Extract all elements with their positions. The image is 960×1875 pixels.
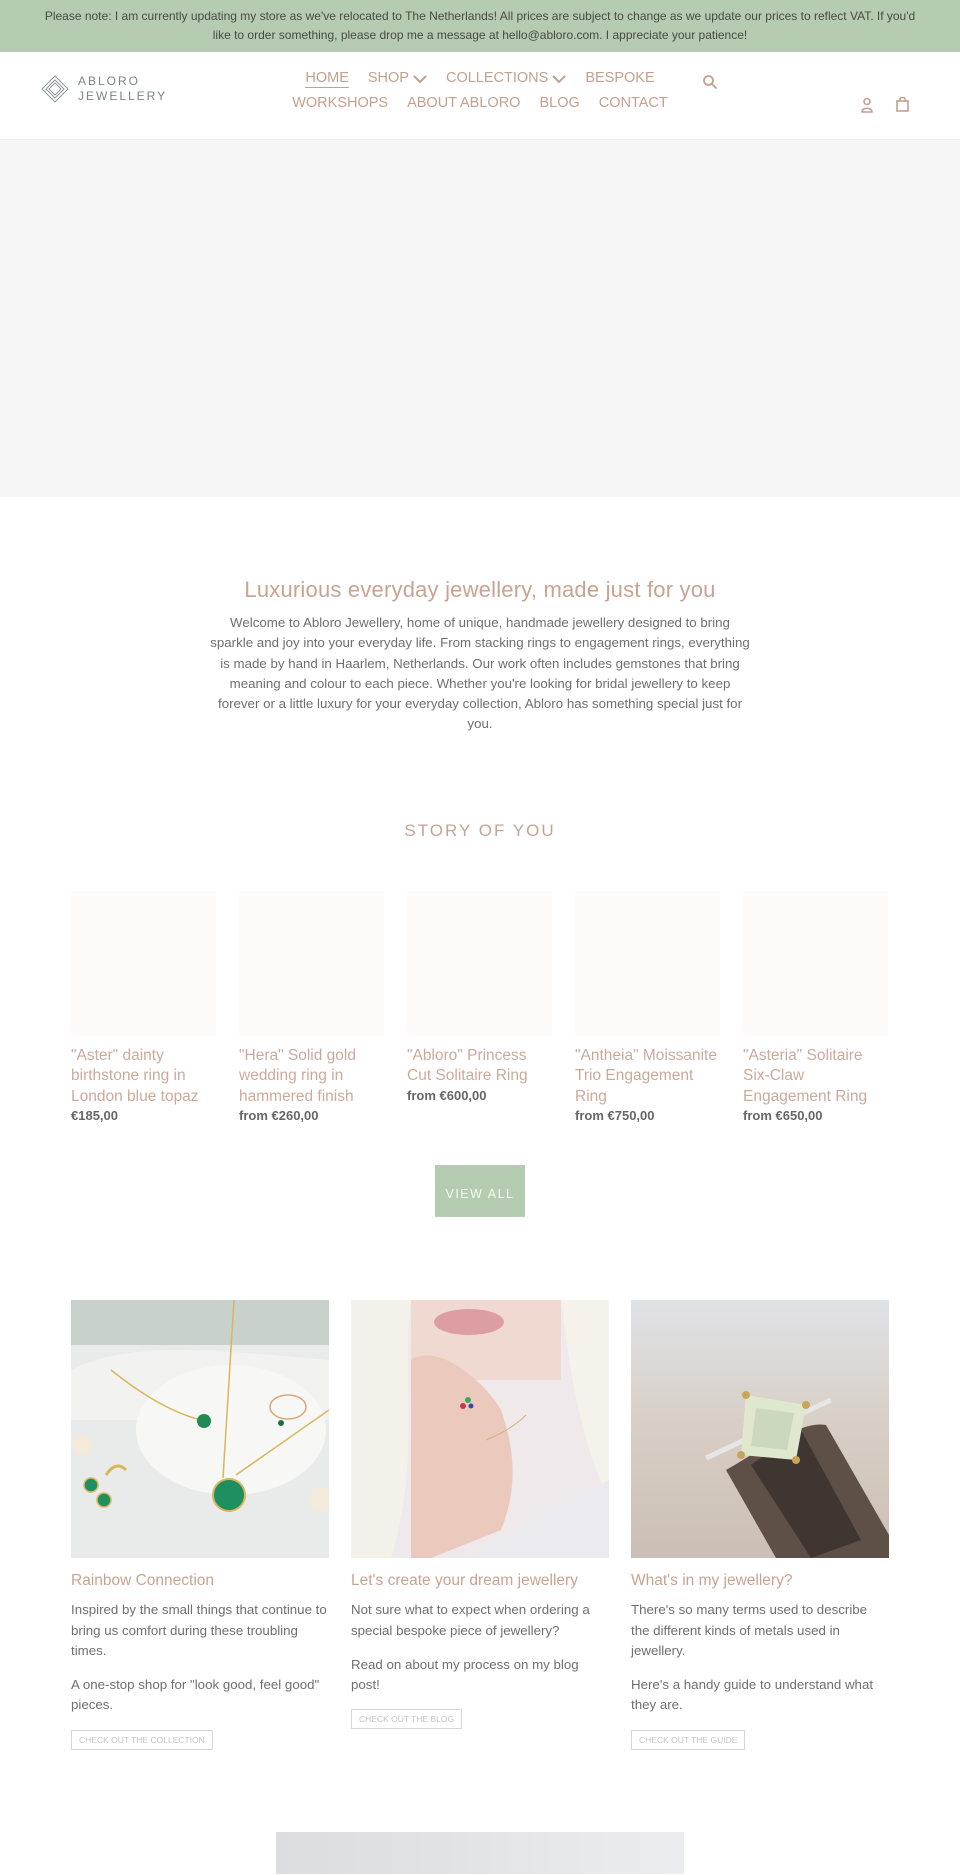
- diamond-logo-icon: [41, 75, 69, 103]
- logo-line1: ABLORO: [78, 74, 141, 88]
- nav-contact-label: CONTACT: [598, 95, 668, 111]
- announcement-bar: Please note: I am currently updating my …: [0, 0, 960, 52]
- view-all-button[interactable]: VIEW ALL: [435, 1165, 525, 1218]
- feature-text: Inspired by the small things that contin…: [71, 1602, 327, 1658]
- product-card[interactable]: "Aster" dainty birthstone ring in London…: [71, 890, 216, 1124]
- hero-banner: [0, 140, 960, 497]
- feature-card: Let's create your dream jewellery Not su…: [351, 1300, 609, 1749]
- nav-about[interactable]: ABOUT ABLORO: [407, 91, 520, 116]
- product-name[interactable]: "Antheia" Moissanite Trio Engagement Rin…: [575, 1046, 720, 1108]
- nav-shop-label: SHOP: [367, 70, 409, 86]
- intro-body: Welcome to Abloro Jewellery, home of uni…: [210, 615, 750, 732]
- feature-text: A one-stop shop for "look good, feel goo…: [71, 1677, 320, 1713]
- featured-collection: STORY OF YOU "Aster" dainty birthstone r…: [0, 821, 960, 1218]
- nav-shop[interactable]: SHOP: [368, 66, 427, 91]
- product-name[interactable]: "Abloro" Princess Cut Solitaire Ring: [407, 1046, 552, 1087]
- feature-image-bespoke[interactable]: [351, 1300, 609, 1559]
- feature-card: What's in my jewellery? There's so many …: [631, 1300, 889, 1750]
- check-out-guide-button[interactable]: CHECK OUT THE GUIDE: [631, 1729, 746, 1750]
- nav-home[interactable]: HOME: [305, 66, 349, 91]
- chevron-down-icon: [413, 74, 427, 83]
- chevron-down-icon: [552, 74, 567, 83]
- feature-card: Rainbow Connection Inspired by the small…: [71, 1300, 329, 1750]
- logo[interactable]: ABLORO JEWELLERY: [40, 74, 167, 104]
- search-icon[interactable]: [702, 74, 718, 90]
- feature-text: Not sure what to expect when ordering a …: [351, 1602, 590, 1638]
- product-image[interactable]: [407, 890, 552, 1036]
- product-name[interactable]: "Aster" dainty birthstone ring in London…: [71, 1046, 216, 1108]
- product-price: from €750,00: [575, 1108, 655, 1124]
- announcement-text: Please note: I am currently updating my …: [44, 9, 916, 42]
- feature-image-rainbow[interactable]: [71, 1300, 329, 1559]
- product-image[interactable]: [71, 890, 216, 1036]
- product-card[interactable]: "Hera" Solid gold wedding ring in hammer…: [239, 890, 384, 1124]
- product-price: from €650,00: [743, 1108, 823, 1124]
- cart-icon[interactable]: [895, 96, 910, 112]
- nav-home-label: HOME: [305, 69, 349, 88]
- product-card[interactable]: "Asteria" Solitaire Six-Claw Engagement …: [743, 890, 888, 1124]
- collection-title: STORY OF YOU: [404, 820, 556, 840]
- feature-text: Read on about my process on my blog post…: [351, 1656, 579, 1693]
- check-out-blog-button[interactable]: CHECK OUT THE BLOG: [351, 1709, 463, 1730]
- site-header: ABLORO JEWELLERY HOME SHOP COLLECTIONS B…: [0, 52, 960, 140]
- product-name[interactable]: "Hera" Solid gold wedding ring in hammer…: [239, 1046, 384, 1108]
- product-card[interactable]: "Abloro" Princess Cut Solitaire Ring fro…: [407, 890, 552, 1124]
- nav-workshops[interactable]: WORKSHOPS: [292, 91, 388, 116]
- logo-line2: JEWELLERY: [78, 89, 168, 103]
- nav-blog-label: BLOG: [539, 95, 580, 111]
- nav-about-label: ABOUT ABLORO: [407, 95, 521, 111]
- feature-text: Here's a handy guide to understand what …: [631, 1677, 874, 1713]
- product-name[interactable]: "Asteria" Solitaire Six-Claw Engagement …: [743, 1046, 888, 1108]
- product-price: €185,00: [71, 1108, 118, 1124]
- intro-title: Luxurious everyday jewellery, made just …: [244, 577, 716, 602]
- feature-title[interactable]: Let's create your dream jewellery: [351, 1572, 609, 1590]
- princess-ring-image: [631, 1300, 889, 1559]
- main-nav: HOME SHOP COLLECTIONS BESPOKE WORKSHOPS …: [290, 66, 670, 116]
- product-price: from €600,00: [407, 1087, 487, 1103]
- user-icon[interactable]: [860, 97, 874, 113]
- product-card[interactable]: "Antheia" Moissanite Trio Engagement Rin…: [575, 890, 720, 1124]
- product-image[interactable]: [239, 890, 384, 1036]
- product-image[interactable]: [743, 890, 888, 1036]
- intro-section: Luxurious everyday jewellery, made just …: [0, 497, 960, 735]
- model-ring-image: [351, 1300, 609, 1559]
- product-price: from €260,00: [239, 1108, 319, 1124]
- bottom-banner-image: [276, 1831, 684, 1874]
- nav-bespoke[interactable]: BESPOKE: [585, 66, 654, 91]
- feature-title[interactable]: What's in my jewellery?: [631, 1572, 889, 1590]
- product-image[interactable]: [575, 890, 720, 1036]
- feature-title[interactable]: Rainbow Connection: [71, 1572, 329, 1590]
- feature-text: There's so many terms used to describe t…: [631, 1602, 868, 1658]
- check-out-collection-button[interactable]: CHECK OUT THE COLLECTION: [71, 1729, 213, 1750]
- nav-collections[interactable]: COLLECTIONS: [445, 66, 567, 91]
- nav-collections-label: COLLECTIONS: [445, 70, 549, 86]
- nav-contact[interactable]: CONTACT: [599, 91, 668, 116]
- jewellery-set-image: [71, 1300, 329, 1559]
- nav-workshops-label: WORKSHOPS: [292, 95, 389, 111]
- nav-bespoke-label: BESPOKE: [585, 70, 655, 86]
- feature-columns: Rainbow Connection Inspired by the small…: [71, 1300, 960, 1750]
- feature-image-metals[interactable]: [631, 1300, 889, 1559]
- nav-blog[interactable]: BLOG: [539, 91, 579, 116]
